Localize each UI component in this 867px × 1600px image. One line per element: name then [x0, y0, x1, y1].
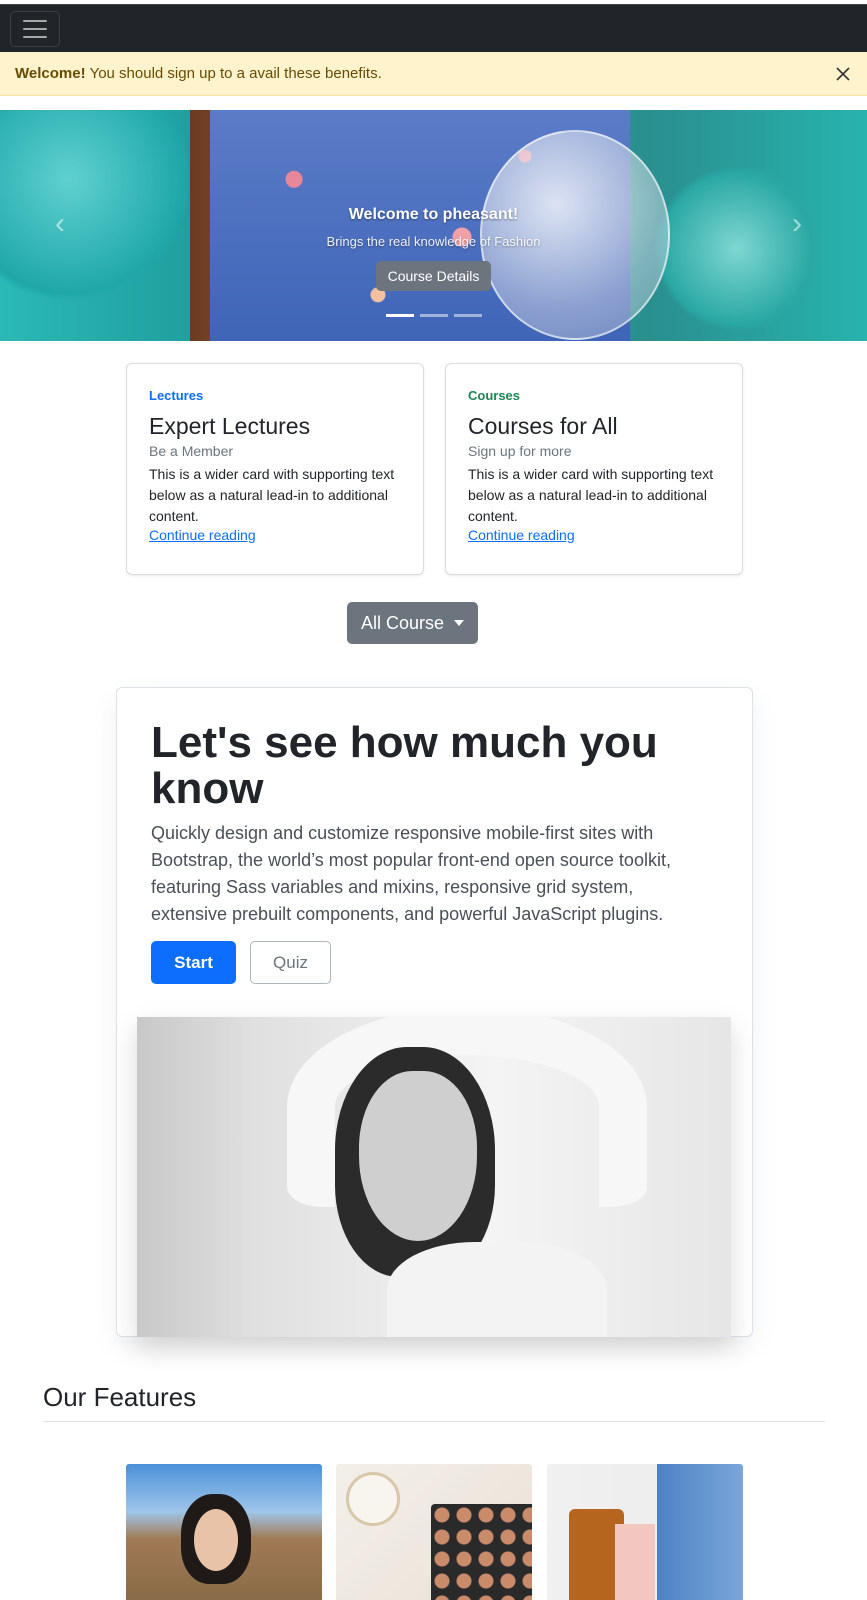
card-category: Courses [468, 388, 521, 403]
feature-image-model[interactable] [126, 1464, 322, 1600]
carousel-indicator[interactable] [420, 314, 448, 317]
portrait-face [359, 1071, 477, 1241]
carousel-indicator[interactable] [454, 314, 482, 317]
navbar [0, 4, 867, 52]
eyeshadow-palette-image [431, 1504, 532, 1600]
card-text: This is a wider card with supporting tex… [468, 466, 714, 524]
carousel-indicator[interactable] [386, 314, 414, 317]
features-heading: Our Features [43, 1382, 197, 1412]
hamburger-icon-line [23, 36, 47, 38]
feature-image-makeup[interactable] [336, 1464, 532, 1600]
dropdown-label: All Course [360, 612, 445, 633]
jumbotron-portrait-image [137, 1017, 731, 1337]
card-lectures: Lectures Expert Lectures Be a Member Thi… [126, 363, 424, 575]
alert-strong-text: Welcome! [15, 65, 86, 82]
jeans-image [657, 1464, 743, 1600]
welcome-alert: Welcome! You should sign up to a avail t… [0, 52, 867, 96]
card-courses: Courses Courses for All Sign up for more… [445, 363, 743, 575]
card-text: This is a wider card with supporting tex… [149, 466, 395, 524]
card-title: Courses for All [468, 413, 618, 439]
quiz-button[interactable]: Quiz [250, 941, 331, 984]
portrait-sweater [387, 1242, 607, 1337]
feature-image-clothing[interactable] [547, 1464, 743, 1600]
course-details-button[interactable]: Course Details [375, 261, 492, 291]
card-subtitle: Sign up for more [468, 443, 572, 459]
card-title: Expert Lectures [149, 413, 311, 439]
card-subtitle: Be a Member [149, 443, 234, 459]
model-face [194, 1509, 238, 1571]
all-course-dropdown-button[interactable]: All Course [347, 602, 478, 644]
carousel-caption: Welcome to pheasant! Brings the real kno… [0, 206, 867, 291]
caret-down-icon [454, 620, 465, 626]
pink-top-image [615, 1524, 655, 1600]
close-icon[interactable] [833, 64, 853, 84]
hero-carousel: ‹ › Welcome to pheasant! Brings the real… [0, 110, 867, 341]
hamburger-icon-line [23, 20, 47, 22]
navbar-toggler-button[interactable] [10, 11, 60, 47]
alert-message: You should sign up to a avail these bene… [89, 65, 382, 82]
jumbotron-title: Let's see how much you know [151, 718, 658, 813]
hamburger-icon-line [23, 28, 47, 30]
candle-image [346, 1472, 400, 1526]
card-category: Lectures [149, 388, 204, 403]
start-button[interactable]: Start [151, 941, 236, 984]
continue-reading-link[interactable]: Continue reading [149, 527, 256, 543]
features-divider [43, 1421, 825, 1422]
continue-reading-link[interactable]: Continue reading [468, 527, 575, 543]
carousel-title: Welcome to pheasant! [348, 206, 519, 223]
jumbotron-lead: Quickly design and customize responsive … [151, 823, 671, 924]
carousel-indicators [386, 314, 482, 317]
quiz-jumbotron: Let's see how much you know Quickly desi… [116, 687, 753, 1337]
carousel-text: Brings the real knowledge of Fashion [326, 234, 541, 249]
